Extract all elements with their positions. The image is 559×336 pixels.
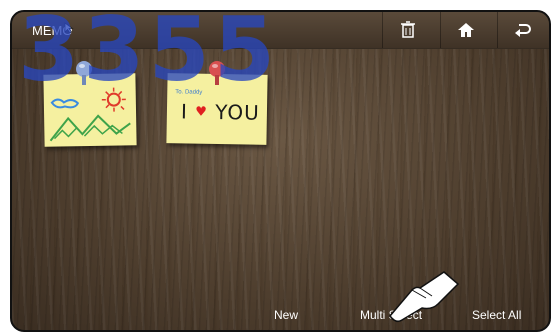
back-arrow-icon bbox=[515, 24, 531, 37]
new-button[interactable]: New bbox=[274, 308, 298, 322]
back-button[interactable] bbox=[497, 12, 548, 48]
trash-can-icon bbox=[401, 21, 415, 38]
delete-button[interactable] bbox=[382, 12, 433, 48]
memo-app-window: MEMO To. Daddy I ♥ YOU New Multi Select … bbox=[10, 10, 551, 332]
memo-message: I ♥ YOU bbox=[180, 99, 260, 125]
home-button[interactable] bbox=[440, 12, 491, 48]
touch-hand-icon bbox=[389, 271, 460, 323]
heart-icon: ♥ bbox=[195, 104, 208, 120]
home-icon bbox=[458, 23, 474, 37]
select-all-button[interactable]: Select All bbox=[472, 308, 521, 322]
watermark-text: 3355 bbox=[18, 10, 279, 101]
